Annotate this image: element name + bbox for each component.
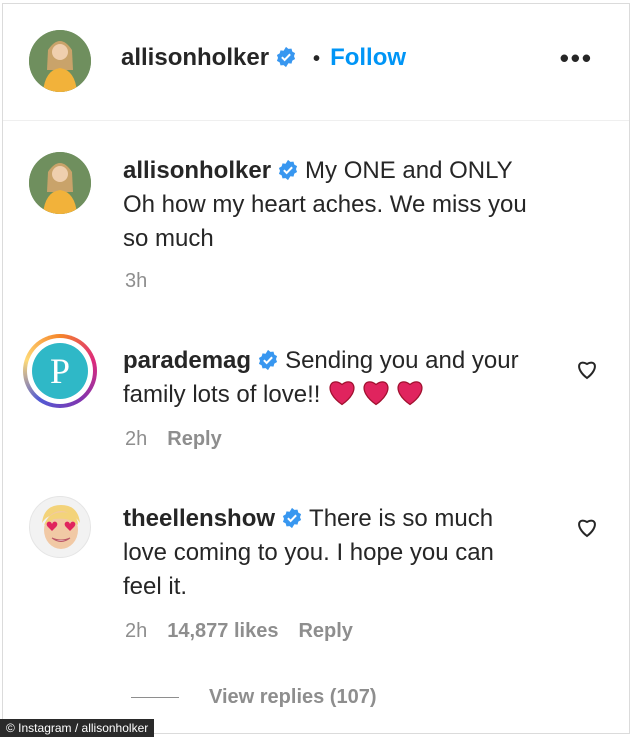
avatar[interactable]: P [23, 334, 97, 408]
like-heart-icon[interactable] [575, 358, 599, 380]
verified-badge-icon [258, 349, 278, 371]
likes-count[interactable]: 14,877 likes [167, 620, 278, 642]
comment: parademag Sending you and your family lot… [123, 344, 539, 412]
header-user-row: allisonholker • Follow [121, 44, 406, 72]
comment-meta: 3h [125, 270, 167, 293]
comment-timestamp[interactable]: 2h [125, 428, 147, 450]
replies-divider-line [131, 697, 179, 699]
more-options-icon[interactable]: ••• [560, 45, 593, 71]
comment-username[interactable]: theellenshow [123, 505, 275, 532]
comment-meta: 2h Reply [125, 428, 242, 451]
comment-meta: 2h 14,877 likes Reply [125, 620, 373, 643]
avatar-ring-inner: P [27, 338, 93, 404]
ellen-emoji-avatar-icon [42, 505, 80, 549]
red-heart-emoji-icon [397, 381, 423, 406]
profile-photo-icon [29, 152, 91, 214]
red-heart-emoji-icon [363, 381, 389, 406]
red-heart-emoji-icon [329, 381, 355, 406]
reply-button[interactable]: Reply [298, 620, 352, 642]
verified-badge-icon [282, 507, 302, 529]
reply-button[interactable]: Reply [167, 428, 221, 450]
verified-badge-icon [276, 46, 296, 68]
follow-button[interactable]: Follow [330, 44, 406, 71]
header-username[interactable]: allisonholker [121, 44, 269, 71]
instagram-comments-panel: allisonholker • Follow ••• allisonholker My… [2, 3, 630, 734]
avatar[interactable] [29, 152, 91, 214]
caption-comment: allisonholker My ONE and ONLY Oh how my h… [123, 154, 539, 256]
separator-dot: • [313, 48, 321, 70]
comment-username[interactable]: allisonholker [123, 157, 271, 184]
parade-logo-icon: P [32, 343, 88, 399]
comment-timestamp[interactable]: 3h [125, 270, 147, 292]
comment-text-line1: My ONE and ONLY [305, 157, 513, 184]
post-header: allisonholker • Follow ••• [3, 4, 629, 121]
view-replies-button[interactable]: View replies (107) [131, 686, 377, 709]
avatar[interactable] [29, 30, 91, 92]
avatar[interactable] [29, 496, 91, 558]
profile-photo-icon [29, 30, 91, 92]
image-credit: © Instagram / allisonholker [0, 719, 155, 737]
comment: theellenshow There is so much love coming… [123, 502, 539, 604]
comment-text: Oh how my heart aches. We miss you so mu… [123, 191, 527, 252]
like-heart-icon[interactable] [575, 516, 599, 538]
view-replies-label: View replies (107) [209, 686, 377, 708]
comment-timestamp[interactable]: 2h [125, 620, 147, 642]
verified-badge-icon [278, 159, 298, 181]
comment-username[interactable]: parademag [123, 347, 251, 374]
